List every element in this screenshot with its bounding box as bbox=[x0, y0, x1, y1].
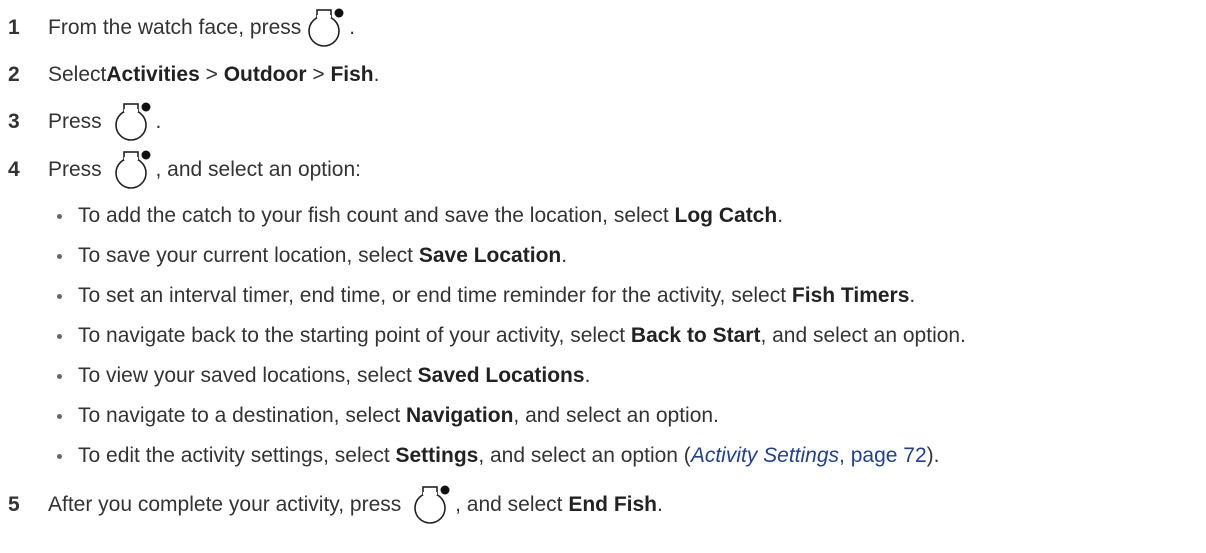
menu-fish: Fish bbox=[330, 63, 374, 86]
step-number: 1 bbox=[8, 16, 20, 39]
bullet-text-mid: , and select an option ( bbox=[478, 444, 691, 467]
watch-start-button-icon bbox=[114, 150, 154, 190]
step-text: Press bbox=[48, 158, 108, 181]
bullet-text: To set an interval timer, end time, or e… bbox=[78, 284, 792, 307]
bullet-text-end: . bbox=[777, 204, 784, 227]
step-number: 3 bbox=[8, 110, 20, 133]
bullet-text: To add the catch to your fish count and … bbox=[78, 204, 675, 227]
option-saved-locations: Saved Locations bbox=[417, 364, 585, 387]
bullet-text-end: ). bbox=[926, 444, 940, 467]
bullet-text-end: . bbox=[561, 244, 568, 267]
step-text-mid: , and select bbox=[455, 493, 569, 516]
bullet-text-end: , and select an option. bbox=[760, 324, 966, 347]
bullet-text: To edit the activity settings, select bbox=[78, 444, 396, 467]
watch-start-button-icon bbox=[114, 102, 154, 142]
bullet-text: To navigate back to the starting point o… bbox=[78, 324, 631, 347]
bullet-dot bbox=[57, 253, 62, 259]
bullet-text-end: . bbox=[909, 284, 916, 307]
bullet-text-end: , and select an option. bbox=[513, 404, 719, 427]
option-log-catch: Log Catch bbox=[674, 204, 778, 227]
menu-outdoor: Outdoor bbox=[223, 63, 307, 86]
separator: > bbox=[199, 63, 224, 86]
bullet-text-end: . bbox=[584, 364, 591, 387]
option-navigation: Navigation bbox=[406, 404, 514, 427]
step-number: 5 bbox=[8, 493, 20, 516]
menu-activities: Activities bbox=[106, 63, 200, 86]
step-text: Select bbox=[48, 63, 107, 86]
option-save-location: Save Location bbox=[418, 244, 562, 267]
step-text-end: . bbox=[373, 63, 380, 86]
option-end-fish: End Fish bbox=[568, 493, 657, 516]
bullet-dot bbox=[57, 333, 62, 339]
step-number: 2 bbox=[8, 63, 20, 86]
option-settings: Settings bbox=[395, 444, 479, 467]
bullet-text: To save your current location, select bbox=[78, 244, 419, 267]
separator: > bbox=[306, 63, 331, 86]
step-text: After you complete your activity, press bbox=[48, 493, 408, 516]
link-page[interactable]: , page 72 bbox=[839, 444, 927, 467]
step-number: 4 bbox=[8, 158, 20, 181]
option-fish-timers: Fish Timers bbox=[791, 284, 910, 307]
watch-start-button-icon bbox=[413, 485, 453, 525]
bullet-dot bbox=[57, 413, 62, 419]
step-text-end: . bbox=[349, 16, 356, 39]
bullet-dot bbox=[57, 213, 62, 219]
bullet-dot bbox=[57, 373, 62, 379]
watch-start-button-icon bbox=[307, 8, 347, 48]
step-text-end: . bbox=[155, 110, 162, 133]
step-text: Press bbox=[48, 110, 108, 133]
step-text: From the watch face, press bbox=[48, 16, 302, 39]
option-back-to-start: Back to Start bbox=[630, 324, 761, 347]
bullet-dot bbox=[57, 293, 62, 299]
link-title[interactable]: Activity Settings bbox=[691, 444, 839, 467]
step-text-end: , and select an option: bbox=[155, 158, 361, 181]
bullet-text: To navigate to a destination, select bbox=[78, 404, 407, 427]
step-text-end: . bbox=[657, 493, 663, 516]
bullet-dot bbox=[57, 453, 62, 459]
bullet-text: To view your saved locations, select bbox=[78, 364, 418, 387]
activity-settings-link[interactable]: Activity Settings, page 72 bbox=[691, 444, 927, 468]
